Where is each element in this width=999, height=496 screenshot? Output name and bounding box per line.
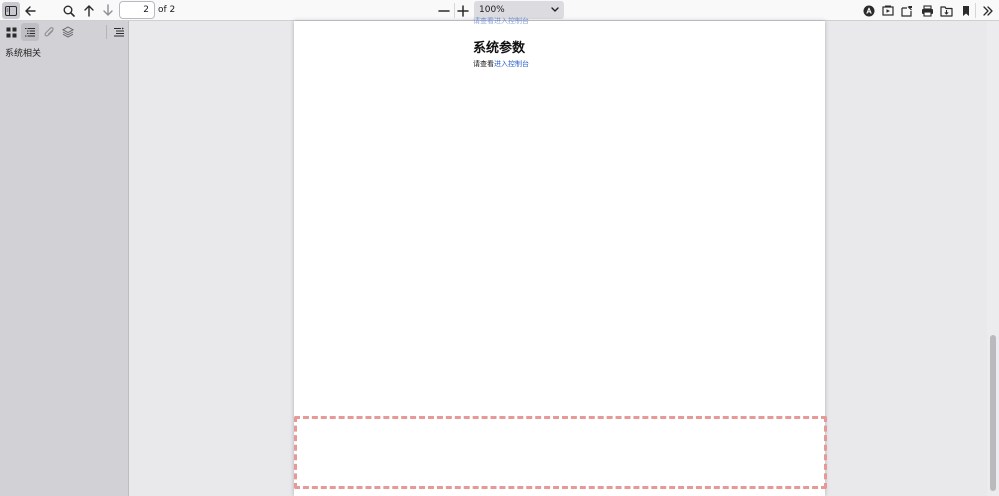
previous-page-button[interactable] xyxy=(80,2,98,19)
sidebar-toggle-icon xyxy=(5,5,17,16)
thumbnails-tab[interactable] xyxy=(2,23,20,41)
layers-icon xyxy=(62,26,74,38)
page-paragraph: 请查看进入控制台 xyxy=(473,59,529,69)
arrow-down-icon xyxy=(103,4,113,16)
text-annotate-button[interactable] xyxy=(860,2,878,19)
sidebar: 系统相关 xyxy=(0,21,129,496)
current-outline-icon xyxy=(114,27,124,36)
outline-item[interactable]: 系统相关 xyxy=(5,46,41,59)
sidebar-toggle-button[interactable] xyxy=(2,2,20,19)
zoom-value: 100% xyxy=(479,5,505,15)
zoom-out-button[interactable] xyxy=(435,2,453,19)
print-icon xyxy=(921,4,933,17)
sidebar-divider xyxy=(106,25,107,39)
next-page-button[interactable] xyxy=(99,2,117,19)
scrollbar[interactable] xyxy=(987,21,999,496)
edit-button[interactable] xyxy=(898,2,916,19)
arrow-up-icon xyxy=(84,5,94,17)
signature-field[interactable] xyxy=(294,416,827,489)
save-button[interactable] xyxy=(937,2,955,19)
back-button[interactable] xyxy=(21,2,39,19)
bookmark-button[interactable] xyxy=(957,2,975,19)
zoom-in-icon xyxy=(457,4,469,17)
outline-icon xyxy=(25,27,35,36)
layers-tab[interactable] xyxy=(59,23,77,41)
text-annotate-icon xyxy=(863,5,875,16)
paragraph-text: 请查看 xyxy=(473,60,494,68)
search-button[interactable] xyxy=(60,2,78,19)
console-link[interactable]: 进入控制台 xyxy=(494,60,529,68)
bookmark-icon xyxy=(963,5,969,16)
zoom-in-button[interactable] xyxy=(454,2,472,19)
presentation-button[interactable] xyxy=(879,2,897,19)
attachments-tab[interactable] xyxy=(40,23,58,41)
attachments-icon xyxy=(44,27,54,37)
outline-tab[interactable] xyxy=(21,23,39,41)
page-number-input[interactable]: 2 xyxy=(119,1,155,19)
zoom-out-icon xyxy=(438,9,450,12)
search-icon xyxy=(63,5,75,17)
current-outline-button[interactable] xyxy=(110,23,128,41)
page-heading: 系统参数 xyxy=(473,41,526,56)
clipped-text-line: 请查看进入控制台 xyxy=(473,17,529,25)
page-count-label: of 2 xyxy=(158,5,176,15)
toolbar-divider xyxy=(975,3,976,18)
back-arrow-icon xyxy=(25,5,36,16)
sidebar-tabs xyxy=(0,21,129,43)
more-tools-button[interactable] xyxy=(979,2,997,19)
scrollbar-thumb[interactable] xyxy=(990,335,996,491)
presentation-icon xyxy=(882,5,894,16)
folder-icon xyxy=(939,5,953,17)
edit-icon xyxy=(901,5,912,17)
thumbnails-icon xyxy=(6,27,16,37)
more-tools-icon xyxy=(983,5,993,16)
print-button[interactable] xyxy=(918,2,936,19)
